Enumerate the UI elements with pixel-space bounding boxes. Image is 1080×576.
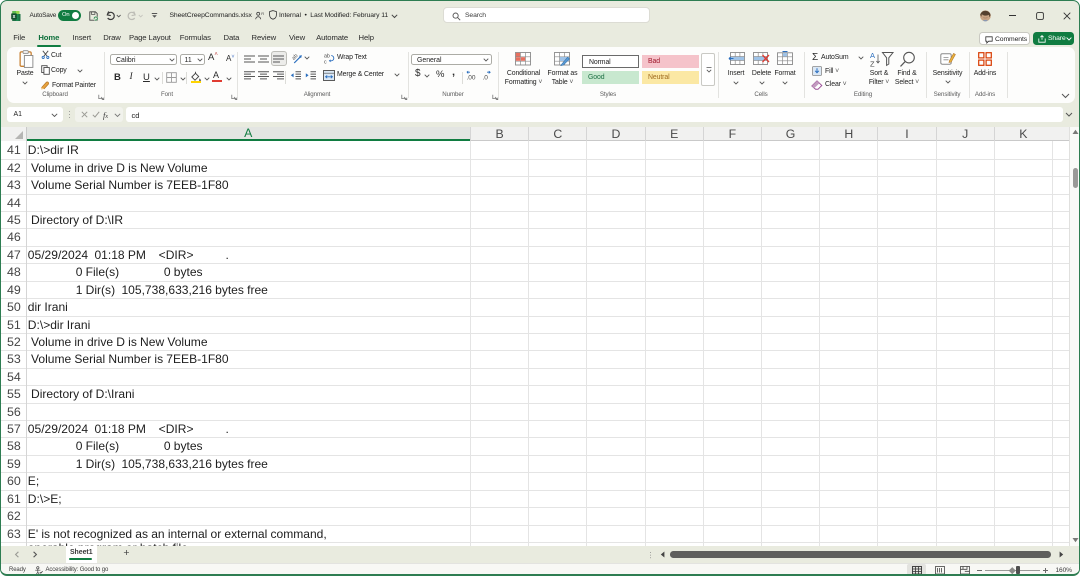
svg-text:.00: .00 (467, 74, 476, 81)
svg-text:ab: ab (291, 53, 299, 62)
svg-text:c: c (324, 59, 327, 64)
svg-text:R: R (261, 11, 264, 16)
svg-text:Z: Z (870, 60, 875, 68)
svg-text:x: x (13, 14, 16, 20)
svg-text:.0: .0 (483, 74, 489, 81)
